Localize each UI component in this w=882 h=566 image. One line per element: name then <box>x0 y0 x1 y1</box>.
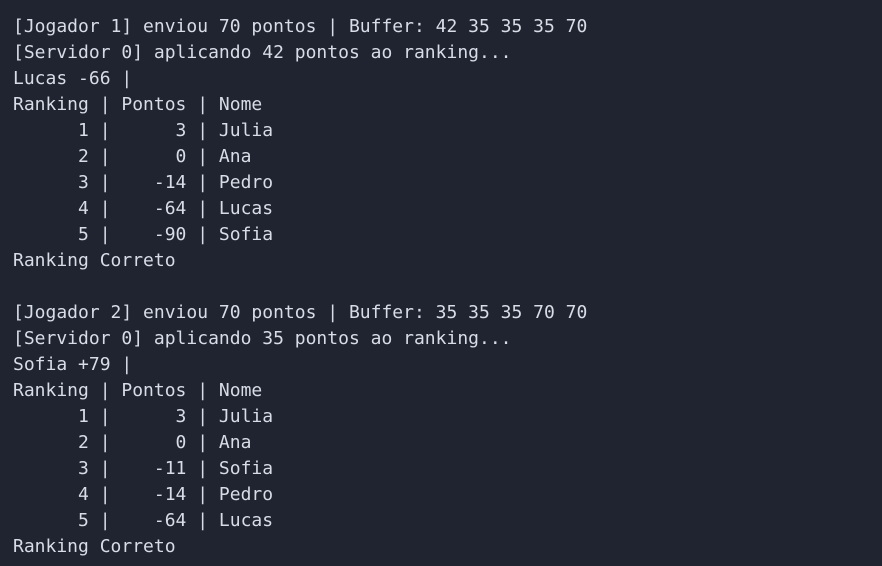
ranking-table-row: 3 | -14 | Pedro <box>13 172 274 193</box>
ranking-table-row: 2 | 0 | Ana <box>13 146 252 167</box>
player-send-line: [Jogador 2] enviou 70 pontos | Buffer: 3… <box>13 302 588 323</box>
ranking-table-row: 4 | -14 | Pedro <box>13 484 274 505</box>
ranking-status-line: Ranking Correto <box>13 536 176 557</box>
ranking-table-row: 5 | -90 | Sofia <box>13 224 274 245</box>
server-apply-line: [Servidor 0] aplicando 35 pontos ao rank… <box>13 328 512 349</box>
log-block: [Jogador 1] enviou 70 pontos | Buffer: 4… <box>13 14 882 274</box>
ranking-table-row: 5 | -64 | Lucas <box>13 510 274 531</box>
ranking-table-row: 2 | 0 | Ana <box>13 432 252 453</box>
ranking-table-row: 1 | 3 | Julia <box>13 406 274 427</box>
server-apply-line: [Servidor 0] aplicando 42 pontos ao rank… <box>13 42 512 63</box>
ranking-table-header: Ranking | Pontos | Nome <box>13 94 263 115</box>
terminal-output[interactable]: [Jogador 1] enviou 70 pontos | Buffer: 4… <box>13 14 882 560</box>
ranking-status-line: Ranking Correto <box>13 250 176 271</box>
ranking-table-row: 3 | -11 | Sofia <box>13 458 274 479</box>
score-update-line: Sofia +79 | <box>13 354 133 375</box>
score-update-line: Lucas -66 | <box>13 68 133 89</box>
ranking-table-row: 1 | 3 | Julia <box>13 120 274 141</box>
ranking-table-row: 4 | -64 | Lucas <box>13 198 274 219</box>
log-block: [Jogador 2] enviou 70 pontos | Buffer: 3… <box>13 300 882 560</box>
ranking-table-header: Ranking | Pontos | Nome <box>13 380 263 401</box>
player-send-line: [Jogador 1] enviou 70 pontos | Buffer: 4… <box>13 16 588 37</box>
